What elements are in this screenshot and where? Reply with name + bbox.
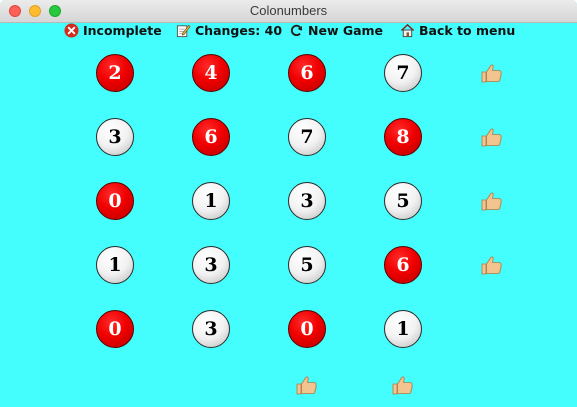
number-ball[interactable]: 6 [192,118,230,156]
number-ball[interactable]: 5 [384,182,422,220]
home-icon [400,23,415,38]
number-ball[interactable]: 4 [192,54,230,92]
number-ball[interactable]: 7 [384,54,422,92]
app-window: Colonumbers Incomplete Changes: 40 New G… [0,0,577,407]
number-ball[interactable]: 0 [96,182,134,220]
number-ball[interactable]: 8 [384,118,422,156]
changes-label: Changes: 40 [195,23,283,38]
changes-counter: Changes: 40 [176,23,282,38]
number-ball[interactable]: 3 [288,182,326,220]
thumbs-up-icon [480,190,504,212]
toolbar: Incomplete Changes: 40 New Game Back to … [0,22,577,40]
number-ball[interactable]: 3 [192,246,230,284]
status-label: Incomplete [83,23,162,38]
thumbs-up-icon [480,62,504,84]
number-ball[interactable]: 3 [96,118,134,156]
number-ball[interactable]: 1 [96,246,134,284]
number-ball[interactable]: 6 [384,246,422,284]
number-ball[interactable]: 2 [96,54,134,92]
window-title: Colonumbers [249,3,328,18]
status-indicator: Incomplete [64,23,162,38]
number-ball[interactable]: 0 [288,310,326,348]
number-ball[interactable]: 6 [288,54,326,92]
thumbs-up-icon [480,254,504,276]
thumbs-up-icon [480,126,504,148]
pencil-note-icon [176,24,191,38]
thumbs-up-icon [295,374,319,396]
refresh-icon [290,24,303,37]
thumbs-up-icon [391,374,415,396]
number-ball[interactable]: 1 [192,182,230,220]
x-circle-icon [64,23,79,38]
number-ball[interactable]: 3 [192,310,230,348]
title-bar: Colonumbers [0,0,577,23]
number-ball[interactable]: 7 [288,118,326,156]
number-ball[interactable]: 0 [96,310,134,348]
number-ball[interactable]: 1 [384,310,422,348]
back-to-menu-button[interactable]: Back to menu [400,23,515,38]
new-game-button[interactable]: New Game [289,23,383,38]
back-label: Back to menu [419,23,516,38]
new-game-label: New Game [308,23,384,38]
number-ball[interactable]: 5 [288,246,326,284]
